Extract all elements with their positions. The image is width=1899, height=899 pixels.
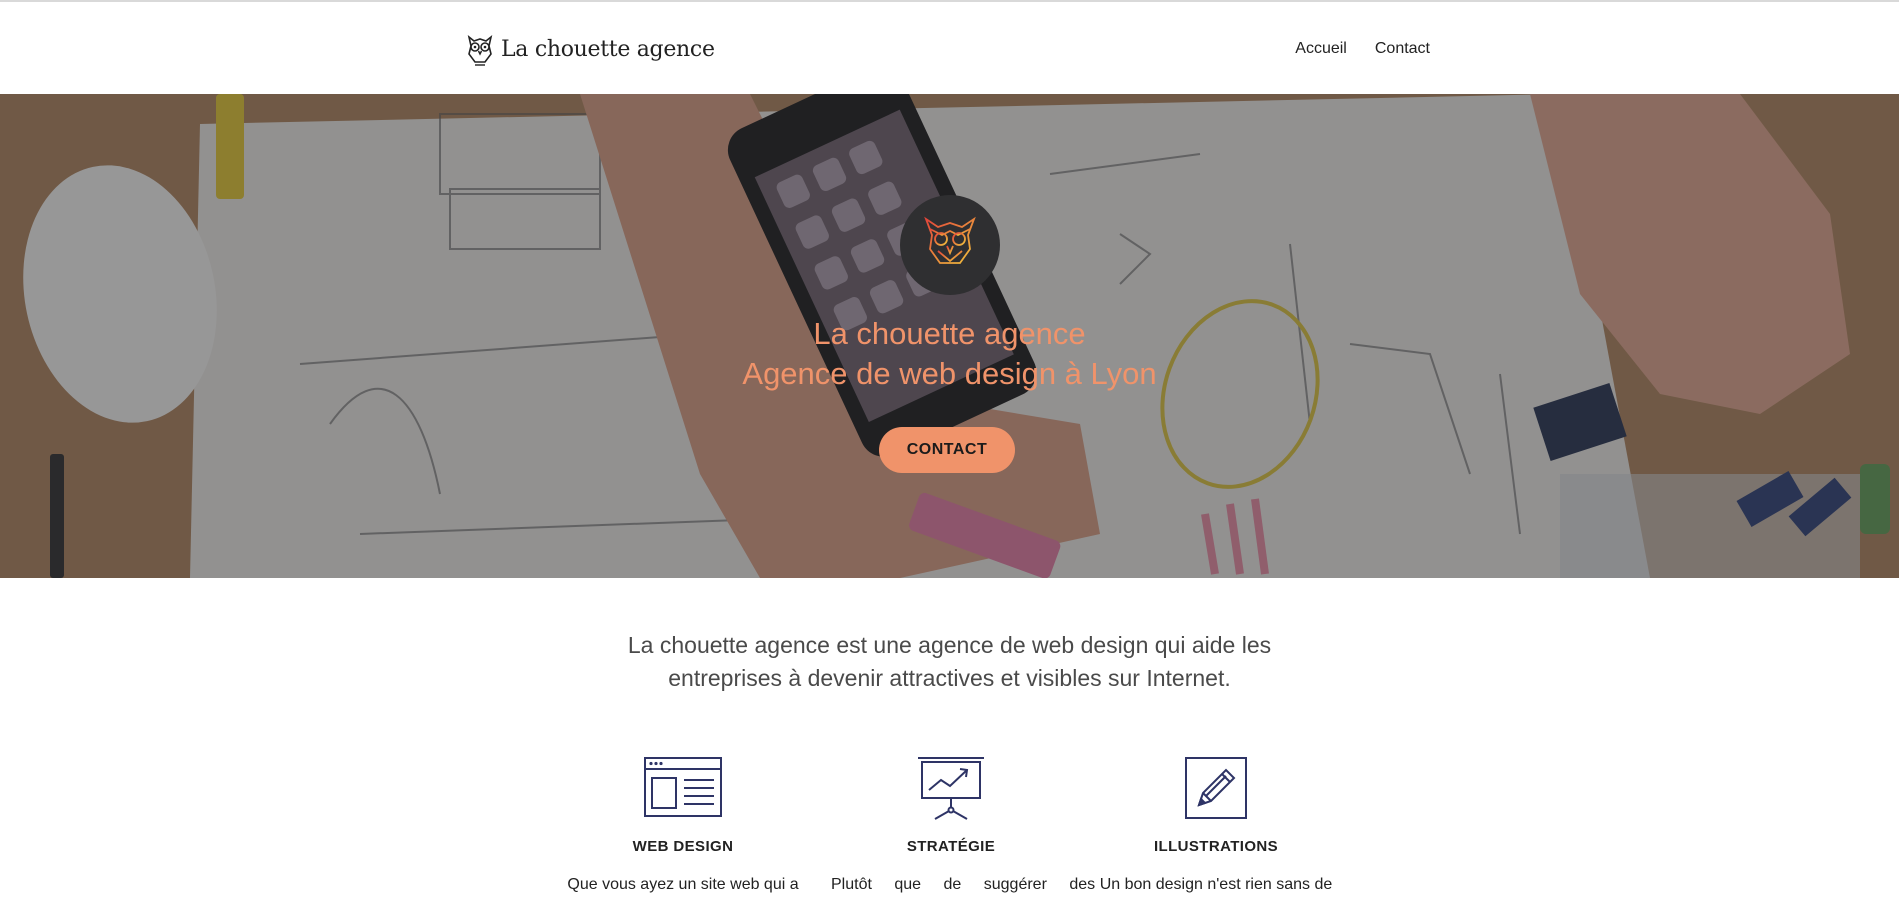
- nav-link-contact[interactable]: Contact: [1375, 40, 1430, 58]
- presentation-chart-icon: [918, 757, 984, 820]
- feature-illustrations: ILLUSTRATIONS Un bon design n'est rien s…: [1096, 756, 1336, 893]
- brand-name: La chouette agence: [501, 36, 715, 62]
- browser-window-icon: [644, 757, 722, 817]
- hero-owl-badge: [900, 195, 1000, 295]
- pencil-square-icon: [1185, 757, 1247, 819]
- site-header: La chouette agence Accueil Contact: [0, 2, 1899, 94]
- hero-subtitle: Agence de web design à Lyon: [742, 356, 1157, 391]
- owl-emblem-icon: [924, 216, 976, 271]
- feature-title: STRATÉGIE: [906, 838, 996, 855]
- nav-link-accueil[interactable]: Accueil: [1295, 40, 1347, 58]
- intro-text: La chouette agence est une agence de web…: [627, 632, 1272, 691]
- contact-button[interactable]: CONTACT: [879, 427, 1015, 473]
- brand-logo[interactable]: La chouette agence: [465, 32, 715, 66]
- owl-logo-icon: [467, 34, 493, 66]
- feature-strategie: STRATÉGIE Plutôt que de suggérer des: [831, 756, 1095, 893]
- feature-title: WEB DESIGN: [632, 838, 734, 855]
- feature-text: Que vous ayez un site web qui a: [567, 876, 799, 893]
- hero-title: La chouette agence: [813, 316, 1086, 351]
- feature-text: Un bon design n'est rien sans de: [1099, 876, 1333, 893]
- feature-text: Plutôt que de suggérer des: [831, 876, 1096, 893]
- main-nav: Accueil Contact: [1295, 40, 1430, 58]
- hero-banner: La chouette agence Agence de web design …: [0, 94, 1899, 578]
- feature-web-design: WEB DESIGN Que vous ayez un site web qui…: [563, 756, 803, 893]
- feature-title: ILLUSTRATIONS: [1153, 838, 1279, 855]
